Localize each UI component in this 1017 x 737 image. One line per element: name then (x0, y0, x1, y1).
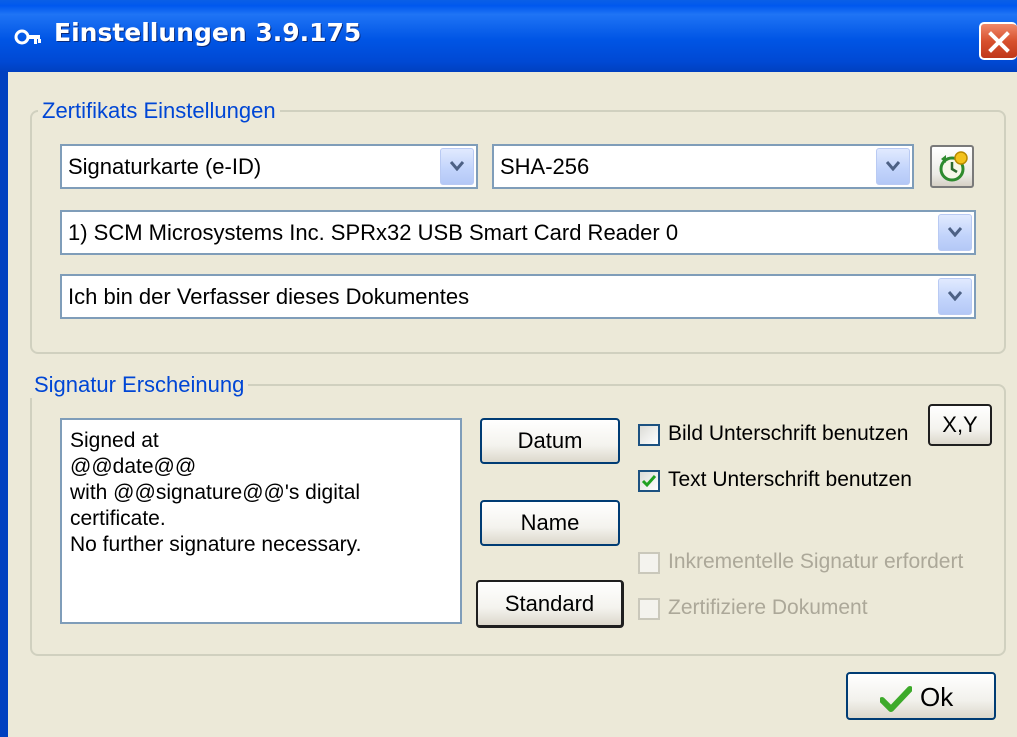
chevron-down-icon[interactable] (876, 148, 910, 185)
image-signature-checkbox[interactable]: Bild Unterschrift benutzen (638, 422, 918, 450)
chevron-down-icon[interactable] (440, 148, 474, 185)
certify-document-label: Zertifiziere Dokument (668, 596, 868, 619)
incremental-signature-label: Inkrementelle Signatur erfordert (668, 550, 964, 573)
signature-text-area[interactable]: Signed at @@date@@ with @@signature@@'s … (60, 418, 462, 624)
image-signature-label: Bild Unterschrift benutzen (668, 422, 909, 445)
hash-algorithm-select[interactable]: SHA-256 (492, 144, 914, 189)
card-reader-value: 1) SCM Microsystems Inc. SPRx32 USB Smar… (68, 220, 679, 245)
ok-label: Ok (920, 682, 954, 712)
checkmark-icon (641, 475, 657, 488)
card-type-select[interactable]: Signaturkarte (e-ID) (60, 144, 478, 189)
insert-name-button[interactable]: Name (480, 500, 620, 546)
title-bar[interactable]: Einstellungen 3.9.175 (0, 0, 1017, 72)
chevron-down-icon[interactable] (938, 278, 972, 315)
refresh-certificate-button[interactable] (930, 145, 974, 188)
chevron-down-icon[interactable] (938, 214, 972, 251)
app-key-icon (14, 24, 42, 50)
certify-document-checkbox[interactable]: Zertifiziere Dokument (638, 596, 898, 624)
signing-reason-value: Ich bin der Verfasser dieses Dokumentes (68, 284, 470, 309)
refresh-clock-icon (939, 151, 968, 182)
ok-button[interactable]: Ok (846, 672, 996, 720)
signature-appearance-legend: Signatur Erscheinung (30, 372, 249, 398)
signing-reason-select[interactable]: Ich bin der Verfasser dieses Dokumentes (60, 274, 976, 319)
checkbox-box[interactable] (638, 470, 660, 492)
card-reader-select[interactable]: 1) SCM Microsystems Inc. SPRx32 USB Smar… (60, 210, 976, 255)
certificate-settings-legend: Zertifikats Einstellungen (38, 98, 280, 124)
card-type-value: Signaturkarte (e-ID) (68, 154, 262, 179)
position-xy-button[interactable]: X,Y (928, 404, 992, 446)
text-signature-checkbox[interactable]: Text Unterschrift benutzen (638, 468, 938, 496)
standard-text-button[interactable]: Standard (476, 580, 624, 628)
hash-algorithm-value: SHA-256 (500, 154, 590, 179)
close-button[interactable] (979, 22, 1017, 60)
close-icon (988, 31, 1010, 53)
incremental-signature-checkbox[interactable]: Inkrementelle Signatur erfordert (638, 550, 978, 578)
text-signature-label: Text Unterschrift benutzen (668, 468, 912, 491)
checkmark-icon (880, 686, 912, 712)
insert-date-button[interactable]: Datum (480, 418, 620, 464)
window-title: Einstellungen 3.9.175 (54, 18, 362, 47)
window-border (0, 72, 8, 737)
checkbox-box[interactable] (638, 552, 660, 574)
checkbox-box[interactable] (638, 598, 660, 620)
checkbox-box[interactable] (638, 424, 660, 446)
